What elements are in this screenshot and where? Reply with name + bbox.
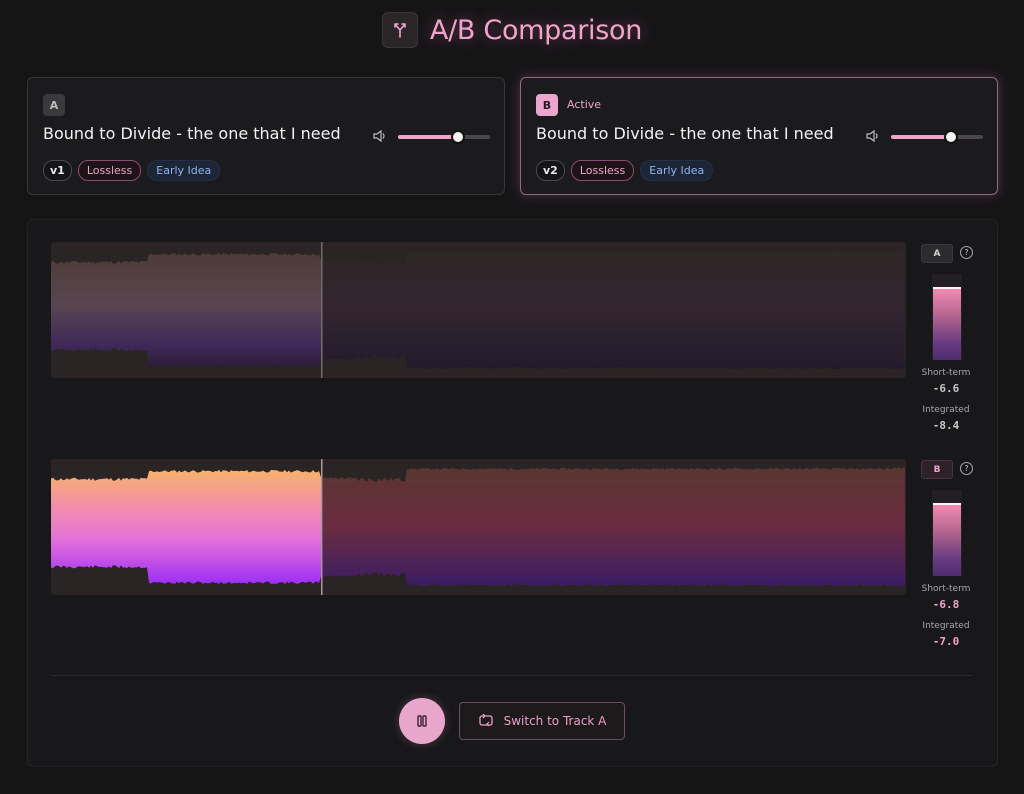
version-tag-a: v1 bbox=[43, 160, 72, 181]
version-tag-b: v2 bbox=[536, 160, 565, 181]
track-card-b[interactable]: B Active Bound to Divide - the one that … bbox=[520, 77, 998, 195]
tag-list-b: v2 Lossless Early Idea bbox=[536, 160, 714, 181]
help-icon[interactable]: ? bbox=[960, 462, 973, 475]
meter-peak-b bbox=[933, 502, 961, 505]
playhead-b bbox=[321, 459, 323, 595]
switch-track-icon bbox=[478, 713, 494, 730]
waveform-b[interactable] bbox=[51, 459, 906, 595]
short-term-label-a: Short-term bbox=[921, 368, 971, 378]
volume-icon[interactable] bbox=[372, 128, 388, 148]
play-pause-button[interactable] bbox=[399, 698, 445, 744]
integrated-value-b: -7.0 bbox=[932, 635, 960, 648]
idea-tag-b: Early Idea bbox=[640, 160, 714, 181]
split-arrows-icon bbox=[381, 12, 418, 48]
tag-list-a: v1 Lossless Early Idea bbox=[43, 160, 221, 181]
lossless-tag-a: Lossless bbox=[77, 160, 142, 181]
track-badge-b: B bbox=[536, 94, 558, 116]
short-term-value-a: -6.6 bbox=[932, 382, 960, 395]
volume-thumb-b[interactable] bbox=[943, 130, 958, 144]
track-card-a[interactable]: A Bound to Divide - the one that I need … bbox=[27, 77, 505, 195]
pause-icon bbox=[416, 712, 428, 731]
short-term-value-b: -6.8 bbox=[932, 598, 960, 611]
meter-label-a: A bbox=[921, 244, 953, 263]
track-badge-a: A bbox=[43, 94, 65, 116]
idea-tag-a: Early Idea bbox=[147, 160, 221, 181]
meter-bar-a bbox=[932, 274, 962, 360]
meter-label-b: B bbox=[921, 460, 953, 479]
switch-track-label: Switch to Track A bbox=[503, 714, 607, 728]
integrated-value-a: -8.4 bbox=[932, 419, 960, 432]
volume-fill-b bbox=[891, 135, 951, 139]
waveform-body-unplayed-b bbox=[323, 467, 905, 587]
volume-slider-b[interactable] bbox=[891, 130, 983, 144]
volume-thumb-a[interactable] bbox=[450, 130, 465, 144]
integrated-label-a: Integrated bbox=[922, 405, 970, 415]
page-title: A/B Comparison bbox=[429, 14, 643, 46]
lossless-tag-b: Lossless bbox=[570, 160, 635, 181]
help-icon[interactable]: ? bbox=[960, 246, 973, 259]
integrated-label-b: Integrated bbox=[922, 621, 970, 631]
page-header: A/B Comparison bbox=[0, 10, 1024, 50]
waveform-body-unplayed-a bbox=[323, 250, 905, 370]
meter-peak-a bbox=[933, 286, 961, 289]
short-term-label-b: Short-term bbox=[921, 584, 971, 594]
volume-icon[interactable] bbox=[865, 128, 881, 148]
controls-divider bbox=[51, 675, 972, 676]
waveform-a[interactable] bbox=[51, 242, 906, 378]
switch-track-button[interactable]: Switch to Track A bbox=[459, 702, 625, 740]
meter-level-a bbox=[933, 289, 961, 360]
meter-bar-b bbox=[932, 490, 962, 576]
playhead-a bbox=[321, 242, 323, 378]
volume-slider-a[interactable] bbox=[398, 130, 490, 144]
track-title-b: Bound to Divide - the one that I need bbox=[536, 124, 834, 143]
active-label: Active bbox=[567, 98, 602, 111]
meter-level-b bbox=[933, 504, 961, 576]
track-title-a: Bound to Divide - the one that I need bbox=[43, 124, 341, 143]
volume-fill-a bbox=[398, 135, 458, 139]
